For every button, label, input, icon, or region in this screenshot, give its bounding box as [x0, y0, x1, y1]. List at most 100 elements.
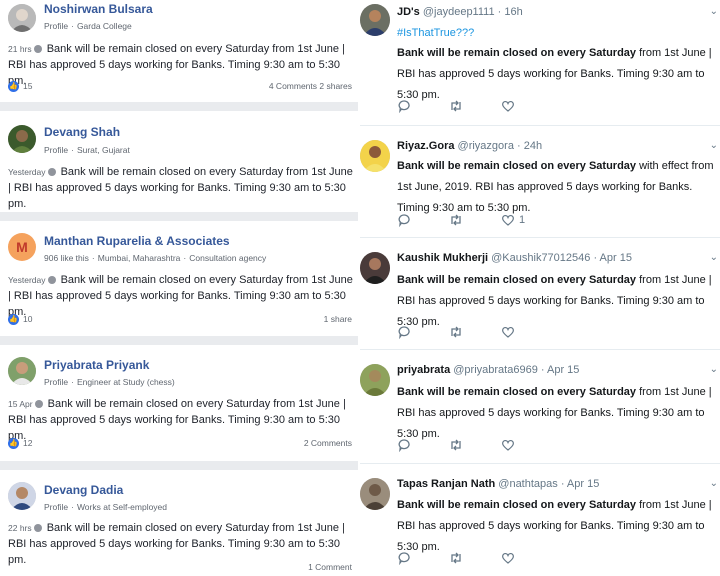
facebook-post: Devang Dadia Profile · Works at Self-emplo… [0, 470, 358, 576]
author-name[interactable]: Manthan Ruparelia & Associates [44, 234, 230, 248]
author-name[interactable]: priyabrata [397, 364, 450, 376]
author-meta: 906 like this · Mumbai, Maharashtra · Consul… [44, 253, 267, 263]
reactions[interactable]: 👍 10 [8, 313, 32, 325]
profile-label: Profile [44, 502, 69, 512]
comment-share-counts[interactable]: 1 share [324, 314, 352, 324]
chevron-down-icon[interactable]: ⌄ [710, 478, 718, 489]
author-name[interactable]: Devang Dadia [44, 483, 123, 497]
profile-detail: Garda College [76, 21, 132, 31]
profile-label: Profile [44, 145, 69, 155]
author-meta: Profile · Garda College [44, 21, 132, 31]
globe-icon [47, 276, 56, 284]
author-name[interactable]: Noshirwan Bulsara [44, 2, 153, 16]
reply-button[interactable] [397, 99, 449, 113]
like-button[interactable] [501, 438, 553, 452]
avatar[interactable] [8, 125, 36, 153]
avatar[interactable] [360, 478, 390, 510]
retweet-icon [451, 214, 461, 226]
comment-share-counts[interactable]: 2 Comments [304, 438, 352, 448]
post-divider [0, 212, 358, 221]
retweet-button[interactable] [449, 99, 501, 113]
post-divider [0, 461, 358, 470]
author-meta: Profile · Engineer at Study (chess) [44, 377, 175, 387]
heart-icon [502, 439, 514, 451]
avatar[interactable]: M [8, 233, 36, 261]
heart-icon [502, 100, 514, 112]
author-handle[interactable]: @priyabrata6969 · Apr 15 [453, 364, 579, 376]
tweet-header: JD's @jaydeep1111 · 16h [397, 6, 523, 18]
globe-icon [33, 45, 42, 53]
tweet-text: Bank will be remain closed on every Satu… [397, 495, 715, 558]
like-count-label: 906 like this [44, 253, 89, 263]
avatar[interactable] [360, 140, 390, 172]
reactions[interactable]: 👍 15 [8, 80, 32, 92]
author-name[interactable]: Priyabrata Priyank [44, 358, 149, 372]
author-name[interactable]: Tapas Ranjan Nath [397, 478, 495, 490]
heart-icon [502, 326, 514, 338]
avatar[interactable] [8, 357, 36, 385]
author-name[interactable]: Kaushik Mukherji [397, 252, 488, 264]
retweet-button[interactable] [449, 325, 501, 339]
tweet[interactable]: Riyaz.Gora @riyazgora · 24h ⌄ Bank will … [360, 126, 720, 238]
profile-detail: Works at Self-employed [76, 502, 168, 512]
reply-icon [398, 326, 410, 339]
retweet-button[interactable] [449, 213, 501, 227]
tweet[interactable]: priyabrata @priyabrata6969 · Apr 15 ⌄ Ba… [360, 350, 720, 464]
post-time[interactable]: 15 Apr [8, 399, 33, 409]
post-time[interactable]: Yesterday [8, 275, 46, 285]
chevron-down-icon[interactable]: ⌄ [710, 140, 718, 151]
tweet-actions [397, 98, 553, 114]
like-button[interactable] [501, 325, 553, 339]
tweet-header: priyabrata @priyabrata6969 · Apr 15 [397, 364, 579, 376]
tweet-bold-text: Bank will be remain closed on every Satu… [397, 386, 637, 398]
like-button[interactable]: 1 [501, 213, 553, 227]
author-name[interactable]: Devang Shah [44, 125, 120, 139]
post-time[interactable]: Yesterday [8, 167, 46, 177]
tweet[interactable]: Kaushik Mukherji @Kaushik77012546 · Apr … [360, 238, 720, 350]
reply-button[interactable] [397, 551, 449, 565]
comment-share-counts[interactable]: 4 Comments 2 shares [269, 81, 352, 91]
reply-button[interactable] [397, 438, 449, 452]
author-handle[interactable]: @jaydeep1111 · 16h [423, 6, 523, 18]
chevron-down-icon[interactable]: ⌄ [710, 252, 718, 263]
avatar[interactable] [360, 252, 390, 284]
thumbs-up-icon: 👍 [8, 313, 19, 325]
avatar[interactable] [8, 4, 36, 32]
author-handle[interactable]: @nathtapas · Apr 15 [498, 478, 599, 490]
comment-share-counts[interactable]: 1 Comment [308, 562, 352, 572]
chevron-down-icon[interactable]: ⌄ [710, 6, 718, 17]
post-text: Bank will be remain closed on every Satu… [8, 398, 346, 442]
like-button[interactable] [501, 99, 553, 113]
tweet[interactable]: Tapas Ranjan Nath @nathtapas · Apr 15 ⌄ … [360, 464, 720, 576]
tweet-bold-text: Bank will be remain closed on every Satu… [397, 47, 637, 59]
retweet-icon [451, 100, 461, 112]
post-body: 15 Apr Bank will be remain closed on eve… [8, 396, 356, 444]
author-name[interactable]: Riyaz.Gora [397, 140, 454, 152]
avatar[interactable] [360, 4, 390, 36]
hashtag-link[interactable]: #IsThatTrue??? [397, 27, 474, 39]
profile-label: Profile [44, 21, 69, 31]
tweet-actions [397, 324, 553, 340]
tweet[interactable]: JD's @jaydeep1111 · 16h ⌄ #IsThatTrue???… [360, 0, 720, 126]
reactions[interactable]: 👍 12 [8, 437, 32, 449]
location: Mumbai, Maharashtra [97, 253, 181, 263]
retweet-icon [451, 552, 461, 564]
like-button[interactable] [501, 551, 553, 565]
avatar[interactable] [360, 364, 390, 396]
avatar[interactable] [8, 482, 36, 510]
post-time[interactable]: 22 hrs [8, 523, 32, 533]
reply-button[interactable] [397, 213, 449, 227]
chevron-down-icon[interactable]: ⌄ [710, 364, 718, 375]
author-handle[interactable]: @riyazgora · 24h [458, 140, 543, 152]
reply-icon [398, 214, 410, 227]
avatar-letter: M [16, 239, 28, 255]
author-name[interactable]: JD's [397, 6, 420, 18]
post-time[interactable]: 21 hrs [8, 44, 32, 54]
retweet-icon [451, 439, 461, 451]
category: Consultation agency [189, 253, 267, 263]
reply-button[interactable] [397, 325, 449, 339]
author-meta: Profile · Works at Self-employed [44, 502, 168, 512]
author-handle[interactable]: @Kaushik77012546 · Apr 15 [491, 252, 632, 264]
retweet-button[interactable] [449, 551, 501, 565]
retweet-button[interactable] [449, 438, 501, 452]
